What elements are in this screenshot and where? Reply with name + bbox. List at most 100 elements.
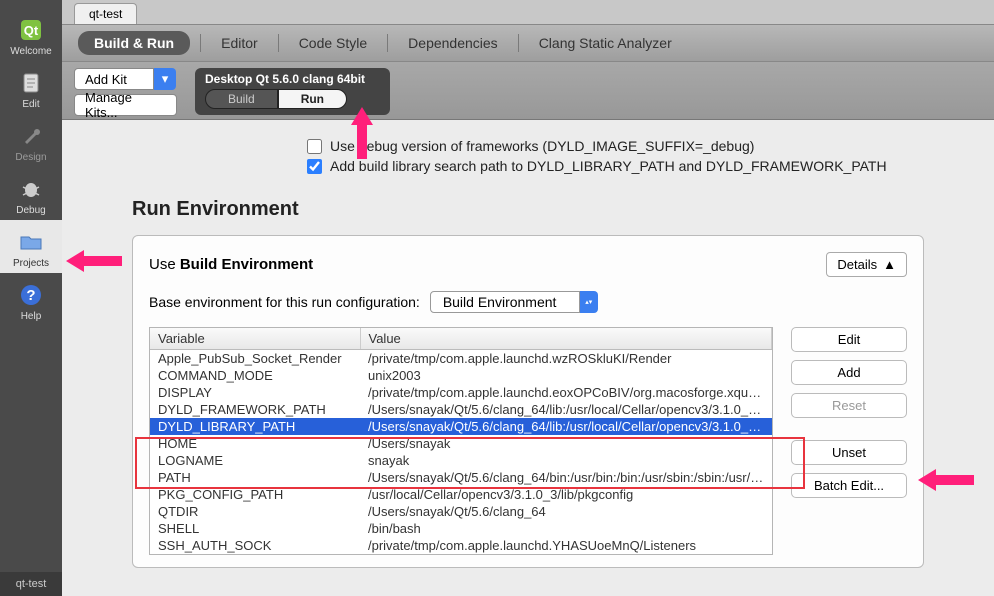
- svg-text:Qt: Qt: [24, 23, 39, 38]
- content-area: Use debug version of frameworks (DYLD_IM…: [62, 120, 994, 596]
- col-value[interactable]: Value: [360, 328, 772, 350]
- checkbox[interactable]: [307, 139, 322, 154]
- checkbox-label: Add build library search path to DYLD_LI…: [330, 158, 887, 174]
- table-row[interactable]: HOME/Users/snayak: [150, 435, 772, 452]
- sidebar-item-label: Edit: [22, 99, 39, 110]
- env-var-cell: Apple_PubSub_Socket_Render: [150, 350, 360, 368]
- sidebar-project-name[interactable]: qt-test: [0, 572, 62, 596]
- env-table[interactable]: Variable Value Apple_PubSub_Socket_Rende…: [149, 327, 773, 555]
- left-sidebar: Qt Welcome Edit Design Debug Projects ? …: [0, 0, 62, 596]
- annotation-arrow: [918, 465, 978, 495]
- nav-dependencies[interactable]: Dependencies: [388, 31, 518, 55]
- table-row[interactable]: PATH/Users/snayak/Qt/5.6/clang_64/bin:/u…: [150, 469, 772, 486]
- table-row[interactable]: SHELL/bin/bash: [150, 520, 772, 537]
- env-var-cell: PKG_CONFIG_PATH: [150, 486, 360, 503]
- reset-button[interactable]: Reset: [791, 393, 907, 418]
- manage-kits-button[interactable]: Manage Kits...: [74, 94, 177, 116]
- sidebar-item-label: Help: [21, 311, 42, 322]
- sidebar-item-debug[interactable]: Debug: [0, 167, 62, 220]
- table-row[interactable]: DYLD_FRAMEWORK_PATH/Users/snayak/Qt/5.6/…: [150, 401, 772, 418]
- updown-icon: ▴▾: [580, 291, 598, 313]
- nav-editor[interactable]: Editor: [201, 31, 278, 55]
- checkbox[interactable]: [307, 159, 322, 174]
- brush-icon: [17, 122, 45, 150]
- qt-icon: Qt: [17, 16, 45, 44]
- env-var-cell: DISPLAY: [150, 384, 360, 401]
- use-environment-text: Use Build Environment: [149, 256, 313, 273]
- nav-code-style[interactable]: Code Style: [279, 31, 387, 55]
- sidebar-item-edit[interactable]: Edit: [0, 61, 62, 114]
- base-env-label: Base environment for this run configurat…: [149, 294, 420, 310]
- sidebar-item-design[interactable]: Design: [0, 114, 62, 167]
- table-row[interactable]: LOGNAMEsnayak: [150, 452, 772, 469]
- table-row[interactable]: DYLD_LIBRARY_PATH/Users/snayak/Qt/5.6/cl…: [150, 418, 772, 435]
- table-row[interactable]: COMMAND_MODEunix2003: [150, 367, 772, 384]
- kit-name: Desktop Qt 5.6.0 clang 64bit: [205, 72, 380, 86]
- env-var-cell: SSH_AUTH_SOCK: [150, 537, 360, 554]
- checkbox-label: Use debug version of frameworks (DYLD_IM…: [330, 138, 754, 154]
- section-title: Run Environment: [62, 176, 994, 231]
- env-val-cell: /Users/snayak/Qt/5.6/clang_64/lib:/usr/l…: [360, 401, 772, 418]
- env-val-cell: /private/tmp/com.apple.launchd.wzROSkluK…: [360, 350, 772, 368]
- env-var-cell: PATH: [150, 469, 360, 486]
- chevron-down-icon: ▾: [154, 68, 176, 90]
- table-row[interactable]: Apple_PubSub_Socket_Render/private/tmp/c…: [150, 350, 772, 368]
- env-val-cell: /Users/snayak/Qt/5.6/clang_64/bin:/usr/b…: [360, 469, 772, 486]
- sidebar-item-label: Welcome: [10, 46, 52, 57]
- checkbox-add-search-path[interactable]: Add build library search path to DYLD_LI…: [62, 156, 994, 176]
- truncated-row: [62, 120, 994, 136]
- env-var-cell: DYLD_FRAMEWORK_PATH: [150, 401, 360, 418]
- checkbox-debug-frameworks[interactable]: Use debug version of frameworks (DYLD_IM…: [62, 136, 994, 156]
- sidebar-item-help[interactable]: ? Help: [0, 273, 62, 326]
- folder-icon: [17, 228, 45, 256]
- page-icon: [17, 69, 45, 97]
- env-buttons: Edit Add Reset Unset Batch Edit...: [791, 327, 907, 555]
- table-row[interactable]: SSH_AUTH_SOCK/private/tmp/com.apple.laun…: [150, 537, 772, 554]
- kit-row: Add Kit ▾ Manage Kits... Desktop Qt 5.6.…: [62, 62, 994, 120]
- col-variable[interactable]: Variable: [150, 328, 360, 350]
- question-icon: ?: [17, 281, 45, 309]
- kit-build-tab[interactable]: Build: [205, 89, 278, 109]
- file-tab-bar: qt-test: [62, 0, 994, 24]
- sidebar-item-label: Projects: [13, 258, 49, 269]
- sidebar-item-welcome[interactable]: Qt Welcome: [0, 8, 62, 61]
- env-val-cell: /private/tmp/com.apple.launchd.YHASUoeMn…: [360, 537, 772, 554]
- annotation-arrow: [66, 246, 126, 276]
- env-var-cell: HOME: [150, 435, 360, 452]
- env-val-cell: unix2003: [360, 367, 772, 384]
- env-var-cell: QTDIR: [150, 503, 360, 520]
- bug-icon: [17, 175, 45, 203]
- sidebar-item-label: Debug: [16, 205, 45, 216]
- kit-run-tab[interactable]: Run: [278, 89, 347, 109]
- env-val-cell: /private/tmp/com.apple.launchd.eoxOPCoBI…: [360, 384, 772, 401]
- add-kit-select[interactable]: Add Kit ▾: [74, 68, 177, 90]
- nav-build-and-run[interactable]: Build & Run: [78, 31, 190, 55]
- annotation-arrow: [347, 107, 377, 163]
- env-var-cell: SHELL: [150, 520, 360, 537]
- sidebar-item-label: Design: [15, 152, 46, 163]
- add-button[interactable]: Add: [791, 360, 907, 385]
- unset-button[interactable]: Unset: [791, 440, 907, 465]
- details-button[interactable]: Details▲: [826, 252, 907, 277]
- table-row[interactable]: PKG_CONFIG_PATH/usr/local/Cellar/opencv3…: [150, 486, 772, 503]
- triangle-up-icon: ▲: [883, 257, 896, 272]
- env-var-cell: COMMAND_MODE: [150, 367, 360, 384]
- batch-edit-button[interactable]: Batch Edit...: [791, 473, 907, 498]
- svg-text:?: ?: [26, 287, 35, 304]
- env-val-cell: /Users/snayak/Qt/5.6/clang_64: [360, 503, 772, 520]
- env-val-cell: /usr/local/Cellar/opencv3/3.1.0_3/lib/pk…: [360, 486, 772, 503]
- environment-panel: Use Build Environment Details▲ Base envi…: [132, 235, 924, 568]
- env-val-cell: /Users/snayak: [360, 435, 772, 452]
- env-val-cell: /bin/bash: [360, 520, 772, 537]
- edit-button[interactable]: Edit: [791, 327, 907, 352]
- file-tab[interactable]: qt-test: [74, 3, 137, 24]
- table-row[interactable]: QTDIR/Users/snayak/Qt/5.6/clang_64: [150, 503, 772, 520]
- env-var-cell: DYLD_LIBRARY_PATH: [150, 418, 360, 435]
- nav-clang-analyzer[interactable]: Clang Static Analyzer: [519, 31, 692, 55]
- base-env-select[interactable]: Build Environment ▴▾: [430, 291, 598, 313]
- env-val-cell: /Users/snayak/Qt/5.6/clang_64/lib:/usr/l…: [360, 418, 772, 435]
- env-var-cell: LOGNAME: [150, 452, 360, 469]
- table-row[interactable]: DISPLAY/private/tmp/com.apple.launchd.eo…: [150, 384, 772, 401]
- sidebar-item-projects[interactable]: Projects: [0, 220, 62, 273]
- main-area: qt-test Build & Run Editor Code Style De…: [62, 0, 994, 596]
